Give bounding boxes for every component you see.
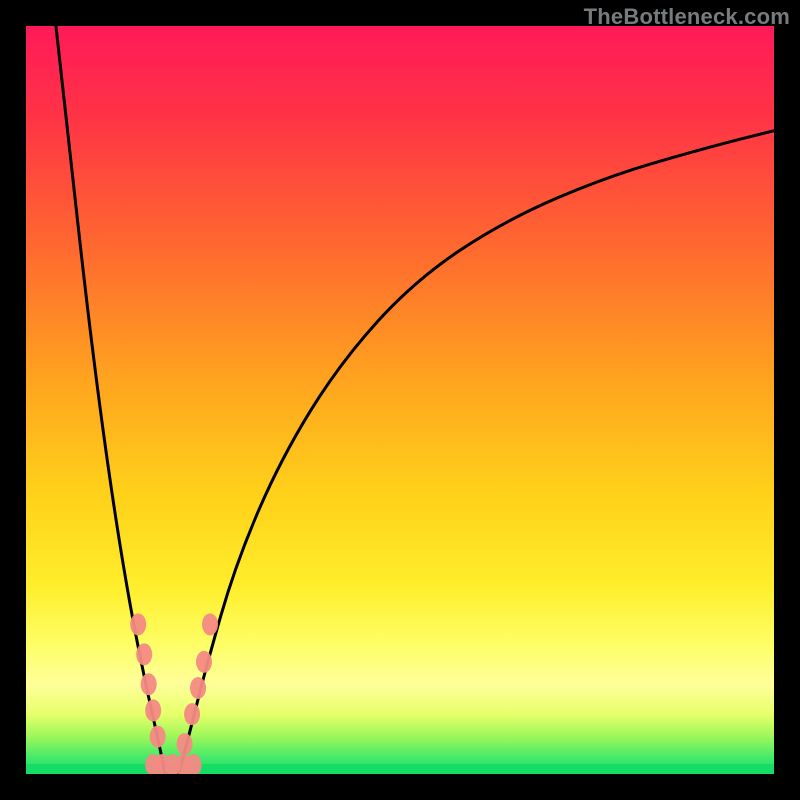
bead-marker bbox=[145, 699, 161, 721]
bead-marker bbox=[130, 613, 146, 635]
plot-area bbox=[26, 26, 774, 774]
chart-frame: TheBottleneck.com bbox=[0, 0, 800, 800]
chart-svg bbox=[26, 26, 774, 774]
bead-marker bbox=[136, 643, 152, 665]
bead-marker bbox=[141, 673, 157, 695]
gradient-background bbox=[26, 26, 774, 774]
bead-marker bbox=[190, 677, 206, 699]
bead-marker bbox=[177, 733, 193, 755]
bead-marker bbox=[202, 613, 218, 635]
bead-marker bbox=[184, 703, 200, 725]
bead-marker bbox=[150, 726, 166, 748]
green-baseline bbox=[26, 764, 774, 774]
bead-marker bbox=[196, 651, 212, 673]
